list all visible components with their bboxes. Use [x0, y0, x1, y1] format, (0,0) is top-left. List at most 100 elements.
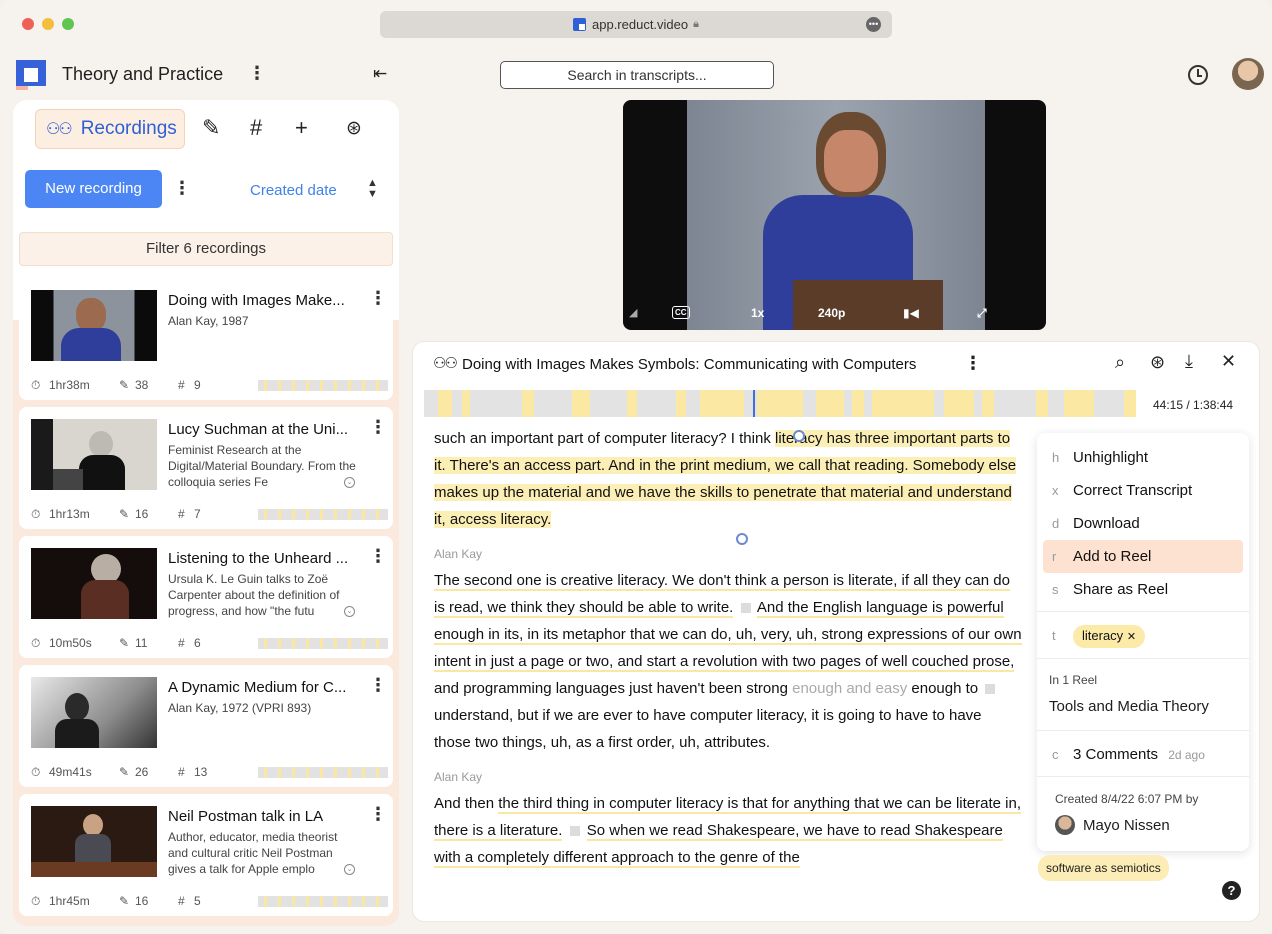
- search-input[interactable]: Search in transcripts...: [500, 61, 774, 89]
- reel-count-label: In 1 Reel: [1049, 673, 1098, 687]
- expand-description-icon[interactable]: ⌄: [344, 606, 355, 617]
- fullscreen-icon[interactable]: ⤢: [977, 306, 987, 321]
- collapse-sidebar-icon[interactable]: ⇤: [373, 64, 387, 84]
- selection-end-handle[interactable]: [736, 533, 748, 545]
- url-bar[interactable]: app.reduct.video 🔒︎ •••: [380, 11, 892, 38]
- menu-item-download[interactable]: d Download: [1043, 507, 1243, 540]
- recording-meta: ⏱︎ 1hr38m ✎ 38 # 9: [31, 378, 201, 393]
- author-name: Mayo Nissen: [1083, 817, 1170, 834]
- recording-subtitle: Feminist Research at the Digital/Materia…: [168, 443, 356, 489]
- video-player[interactable]: ◢ CC 1x 240p ▮◀ ⤢: [623, 100, 1046, 330]
- history-clock-icon[interactable]: [1188, 65, 1208, 85]
- captions-button[interactable]: CC: [672, 306, 690, 319]
- reel-icon[interactable]: ⊛: [1150, 352, 1165, 373]
- playback-speed-button[interactable]: 1x: [751, 306, 764, 320]
- quality-button[interactable]: 240p: [818, 306, 845, 320]
- tags-count-hash-icon: #: [178, 507, 185, 521]
- duration-icon: ⏱︎: [31, 894, 41, 908]
- sort-dropdown[interactable]: Created date: [250, 182, 337, 199]
- recording-card[interactable]: Doing with Images Make... Alan Kay, 1987…: [19, 278, 393, 400]
- user-avatar[interactable]: [1232, 58, 1264, 90]
- highlights-tab-icon[interactable]: ✎: [202, 115, 220, 141]
- speaker-label[interactable]: Alan Kay: [434, 547, 1022, 561]
- timecode: 44:15 / 1:38:44: [1153, 398, 1234, 412]
- recording-kebab-icon[interactable]: ⋮: [964, 353, 982, 374]
- recording-tags-count: 13: [194, 765, 208, 779]
- download-icon[interactable]: ⤓: [1185, 351, 1193, 372]
- more-icon[interactable]: •••: [866, 17, 881, 32]
- recording-thumbnail: [31, 419, 157, 490]
- reel-name-link[interactable]: Tools and Media Theory: [1049, 698, 1209, 715]
- pause-marker: [569, 826, 580, 837]
- project-menu-kebab-icon[interactable]: ⋮: [248, 63, 266, 84]
- recording-card[interactable]: Lucy Suchman at the Uni... Feminist Rese…: [19, 407, 393, 529]
- recording-meta: ⏱︎ 1hr13m ✎ 16 # 7: [31, 507, 201, 522]
- highlight-context-menu: h Unhighlight x Correct Transcript d Downlo…: [1037, 433, 1249, 851]
- sort-order-icon[interactable]: ▲ ▼: [367, 178, 378, 200]
- recording-card[interactable]: Listening to the Unheard ... Ursula K. L…: [19, 536, 393, 658]
- filter-recordings-input[interactable]: Filter 6 recordings: [19, 232, 393, 266]
- site-favicon-icon: [573, 18, 586, 31]
- recording-thumbnail: [31, 677, 157, 748]
- recording-meta: ⏱︎ 1hr45m ✎ 16 # 5: [31, 894, 201, 909]
- recording-kebab-icon[interactable]: ⋮: [369, 546, 387, 567]
- duration-icon: ⏱︎: [31, 636, 41, 650]
- recordings-menu-kebab-icon[interactable]: ⋮: [173, 178, 191, 199]
- app-logo[interactable]: [16, 60, 46, 90]
- highlights-count-icon: ✎: [119, 636, 130, 650]
- minimize-window-button[interactable]: [42, 18, 54, 30]
- transcript-body[interactable]: such an important part of computer liter…: [434, 428, 1022, 921]
- tags-tab-hash-icon[interactable]: #: [250, 115, 262, 141]
- recording-kebab-icon[interactable]: ⋮: [369, 288, 387, 309]
- menu-item-unhighlight[interactable]: h Unhighlight: [1043, 441, 1243, 474]
- recording-tags-count: 9: [194, 378, 201, 392]
- reels-tab-icon[interactable]: ⊛: [346, 117, 362, 140]
- timeline-scrubber[interactable]: [424, 390, 1136, 417]
- playhead[interactable]: [753, 390, 755, 417]
- duration-icon: ⏱︎: [31, 765, 41, 779]
- recording-subtitle: Alan Kay, 1972 (VPRI 893): [168, 701, 312, 715]
- recording-highlight-bar: [258, 767, 388, 778]
- recording-tags-count: 7: [194, 507, 201, 521]
- project-title[interactable]: Theory and Practice: [62, 64, 223, 85]
- selection-start-handle[interactable]: [793, 430, 805, 442]
- remove-tag-close-icon[interactable]: ✕: [1127, 631, 1136, 643]
- lock-icon: 🔒︎: [693, 18, 699, 30]
- menu-item-correct-transcript[interactable]: x Correct Transcript: [1043, 474, 1243, 507]
- recording-subtitle: Author, educator, media theorist and cul…: [168, 830, 338, 876]
- recording-card[interactable]: A Dynamic Medium for C... Alan Kay, 1972…: [19, 665, 393, 787]
- recording-highlights-count: 16: [135, 894, 149, 908]
- recording-icon: ⚇⚇: [433, 355, 458, 372]
- url-text: app.reduct.video: [592, 17, 689, 32]
- recording-tags-count: 6: [194, 636, 201, 650]
- menu-item-share-as-reel[interactable]: s Share as Reel: [1043, 573, 1243, 606]
- help-icon[interactable]: ?: [1222, 881, 1241, 900]
- close-icon[interactable]: ✕: [1221, 351, 1236, 372]
- recording-kebab-icon[interactable]: ⋮: [369, 417, 387, 438]
- search-icon[interactable]: ⌕: [1115, 352, 1125, 373]
- recording-kebab-icon[interactable]: ⋮: [369, 675, 387, 696]
- tag-chip[interactable]: literacy ✕: [1073, 625, 1146, 648]
- recording-duration: 1hr45m: [49, 894, 90, 908]
- transcript-paragraph[interactable]: such an important part of computer liter…: [434, 428, 1022, 533]
- recording-highlights-count: 11: [135, 636, 148, 650]
- expand-description-icon[interactable]: ⌄: [344, 864, 355, 875]
- recording-kebab-icon[interactable]: ⋮: [369, 804, 387, 825]
- menu-item-comments[interactable]: c3 Comments 2d ago: [1043, 738, 1243, 771]
- new-recording-button[interactable]: New recording: [25, 170, 162, 208]
- tab-recordings[interactable]: ⚇⚇ Recordings: [35, 109, 185, 149]
- recording-title: Neil Postman talk in LA: [168, 808, 324, 825]
- recording-meta: ⏱︎ 49m41s ✎ 26 # 13: [31, 765, 207, 780]
- expand-description-icon[interactable]: ⌄: [344, 477, 355, 488]
- zoom-window-button[interactable]: [62, 18, 74, 30]
- add-tab-plus-icon[interactable]: +: [295, 115, 308, 141]
- close-window-button[interactable]: [22, 18, 34, 30]
- resize-grip-icon[interactable]: ◢: [629, 306, 637, 319]
- tag-chip-floating[interactable]: software as semiotics: [1038, 855, 1169, 881]
- transcript-paragraph[interactable]: The second one is creative literacy. We …: [434, 567, 1022, 756]
- speaker-label[interactable]: Alan Kay: [434, 770, 1022, 784]
- recording-card[interactable]: Neil Postman talk in LA Author, educator…: [19, 794, 393, 916]
- transcript-paragraph[interactable]: And then the third thing in computer lit…: [434, 790, 1022, 871]
- menu-item-add-to-reel[interactable]: r Add to Reel: [1043, 540, 1243, 573]
- volume-icon[interactable]: ▮◀: [903, 306, 919, 320]
